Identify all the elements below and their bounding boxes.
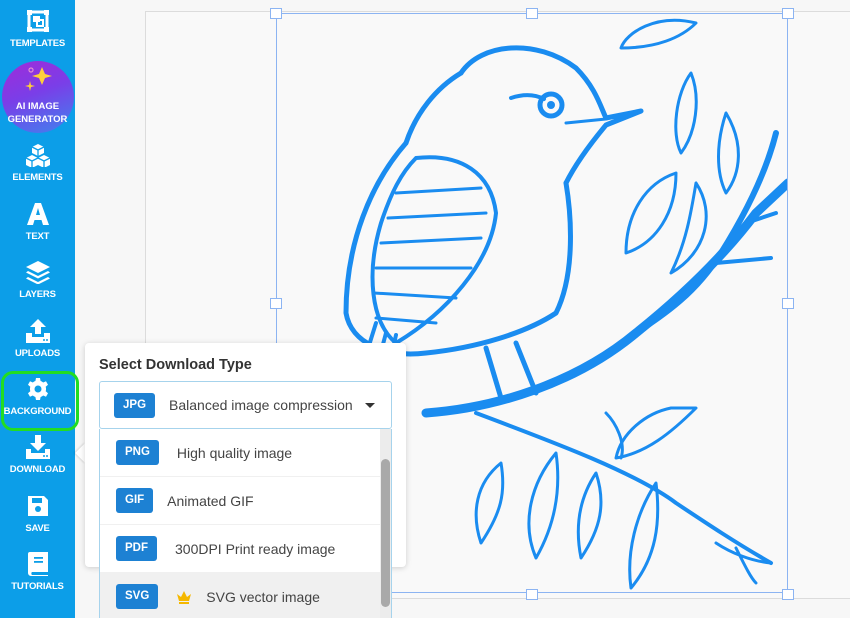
- sidebar-item-save[interactable]: SAVE: [0, 489, 75, 547]
- sidebar-label-templates: TEMPLATES: [9, 38, 66, 49]
- sidebar-label-uploads: UPLOADS: [14, 348, 61, 359]
- option-label: SVG vector image: [206, 588, 320, 605]
- resize-handle-right[interactable]: [782, 298, 794, 309]
- option-pdf[interactable]: PDF 300DPI Print ready image: [100, 525, 381, 573]
- sidebar-label-text: TEXT: [25, 231, 50, 242]
- upload-icon: [25, 318, 51, 344]
- resize-handle-top-left[interactable]: [270, 8, 282, 19]
- format-badge: SVG: [116, 584, 159, 609]
- selected-format-label: Balanced image compression: [169, 397, 353, 413]
- sidebar-item-text[interactable]: TEXT: [0, 197, 75, 255]
- sparkle-icon: [25, 67, 52, 91]
- sidebar-label-ai-line1: AI IMAGE: [15, 101, 60, 112]
- selected-format-badge: JPG: [114, 392, 156, 418]
- sidebar-label-tutorials: TUTORIALS: [11, 581, 64, 592]
- floppy-disk-icon: [25, 493, 51, 519]
- sidebar-label-ai-line2: GENERATOR: [7, 114, 68, 125]
- sidebar-item-elements[interactable]: ELEMENTS: [0, 138, 75, 196]
- sidebar-item-tutorials[interactable]: TUTORIALS: [0, 547, 75, 605]
- option-png[interactable]: PNG High quality image: [100, 429, 381, 477]
- resize-handle-top[interactable]: [526, 8, 538, 19]
- format-badge: GIF: [116, 488, 154, 513]
- sidebar-label-elements: ELEMENTS: [12, 172, 63, 183]
- sidebar-item-download[interactable]: DOWNLOAD: [0, 430, 75, 488]
- format-badge: PDF: [116, 536, 157, 561]
- resize-handle-bottom[interactable]: [526, 589, 538, 600]
- popover-title: Select Download Type: [99, 357, 252, 373]
- resize-handle-top-right[interactable]: [782, 8, 794, 19]
- app: TEMPLATES AI IMAGE GENERATOR ELEMENTS TE…: [0, 0, 850, 618]
- scrollbar-thumb[interactable]: [381, 459, 390, 607]
- sidebar-item-layers[interactable]: LAYERS: [0, 255, 75, 313]
- background-highlight-ring: [1, 371, 79, 431]
- book-icon: [25, 551, 51, 577]
- resize-handle-bottom-right[interactable]: [782, 589, 794, 600]
- caret-down-icon: [365, 403, 375, 408]
- sidebar-label-layers: LAYERS: [19, 289, 56, 300]
- resize-handle-left[interactable]: [270, 298, 282, 309]
- option-label: Animated GIF: [167, 492, 254, 509]
- templates-icon: [25, 8, 51, 34]
- sidebar-label-download: DOWNLOAD: [9, 464, 66, 475]
- download-icon: [25, 434, 51, 460]
- sidebar-item-ai-image-generator[interactable]: AI IMAGE GENERATOR: [0, 61, 75, 133]
- layers-icon: [25, 259, 51, 285]
- sidebar-item-templates[interactable]: TEMPLATES: [0, 4, 75, 62]
- option-svg[interactable]: SVG SVG vector image: [100, 573, 381, 618]
- format-badge: PNG: [116, 440, 159, 465]
- options-scrollbar[interactable]: [380, 429, 391, 618]
- sidebar: TEMPLATES AI IMAGE GENERATOR ELEMENTS TE…: [0, 0, 75, 618]
- option-label: High quality image: [176, 444, 293, 461]
- option-gif[interactable]: GIF Animated GIF: [100, 477, 381, 525]
- download-type-options: PNG High quality image GIF Animated GIF …: [99, 429, 392, 618]
- sidebar-item-uploads[interactable]: UPLOADS: [0, 314, 75, 372]
- letter-a-icon: [25, 201, 51, 227]
- cubes-icon: [25, 142, 51, 168]
- download-type-select[interactable]: JPG Balanced image compression: [99, 381, 392, 429]
- sidebar-label-save: SAVE: [25, 523, 50, 534]
- crown-icon: [177, 590, 192, 604]
- option-label: 300DPI Print ready image: [175, 540, 336, 557]
